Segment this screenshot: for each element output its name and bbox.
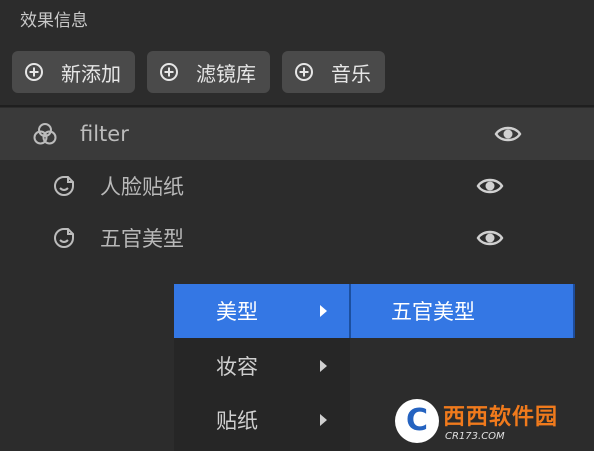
submenu-item-label: 五官美型 xyxy=(391,300,475,324)
chevron-right-icon xyxy=(320,305,327,317)
add-new-label: 新添加 xyxy=(61,61,121,86)
music-label: 音乐 xyxy=(331,61,371,86)
eye-icon[interactable] xyxy=(476,227,504,249)
watermark-brand: 西西软件园 xyxy=(443,405,559,430)
chevron-right-icon xyxy=(320,414,327,426)
plus-circle-icon xyxy=(295,63,313,81)
menu-item-shaping[interactable]: 美型 xyxy=(174,284,350,338)
watermark-sub: CR173.COM xyxy=(445,431,505,442)
menu-item-label: 妆容 xyxy=(216,355,258,379)
watermark-c-icon: C xyxy=(395,398,439,443)
face-sticker-icon xyxy=(54,228,74,248)
context-menu: 美型 妆容 贴纸 xyxy=(174,284,350,451)
menu-item-label: 美型 xyxy=(216,300,258,324)
filter-library-label: 滤镜库 xyxy=(196,61,256,86)
panel-title: 效果信息 xyxy=(20,11,88,31)
tree-item-label: 人脸贴纸 xyxy=(100,175,184,199)
eye-icon[interactable] xyxy=(476,175,504,197)
tree-item-face-sticker[interactable]: 人脸贴纸 xyxy=(0,160,594,212)
toolbar: 新添加 滤镜库 音乐 xyxy=(12,51,385,93)
tree-item-facial-shaping[interactable]: 五官美型 xyxy=(0,212,594,264)
plus-circle-icon xyxy=(160,63,178,81)
filter-circles-icon xyxy=(33,123,57,145)
add-new-button[interactable]: 新添加 xyxy=(12,51,135,93)
tree-item-filter[interactable]: filter xyxy=(0,108,594,160)
menu-item-label: 贴纸 xyxy=(216,409,258,433)
divider xyxy=(0,105,594,107)
chevron-right-icon xyxy=(320,360,327,372)
submenu-edge xyxy=(573,284,575,338)
filter-library-button[interactable]: 滤镜库 xyxy=(147,51,270,93)
plus-circle-icon xyxy=(25,63,43,81)
face-sticker-icon xyxy=(54,176,74,196)
menu-item-makeup[interactable]: 妆容 xyxy=(174,339,350,393)
submenu-item-facial-shaping[interactable]: 五官美型 xyxy=(349,284,575,338)
tree-item-label: filter xyxy=(80,122,129,146)
menu-item-sticker[interactable]: 贴纸 xyxy=(174,393,350,447)
music-button[interactable]: 音乐 xyxy=(282,51,385,93)
eye-icon[interactable] xyxy=(494,123,522,145)
tree-item-label: 五官美型 xyxy=(100,227,184,251)
watermark-logo: C 西西软件园 CR173.COM xyxy=(395,398,573,443)
